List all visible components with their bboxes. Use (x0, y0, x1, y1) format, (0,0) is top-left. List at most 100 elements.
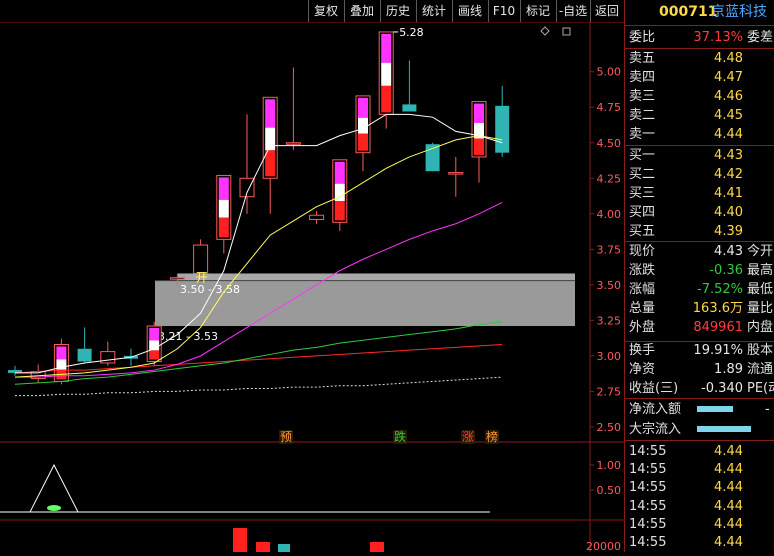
bid-row-4: 买四 4.40 (625, 203, 774, 222)
quote-panel: 000711 京蓝科技 委比 37.13% 委差 卖五 4.48 卖四 4.47 卖三 4… (624, 0, 774, 552)
flow-row-0: 净流入额 - (625, 400, 774, 419)
candle-seg-red-20 (474, 138, 484, 155)
candle-seg-magenta-16 (381, 33, 392, 63)
diamond-icon (540, 26, 550, 36)
toolbar-button-4[interactable]: 画线 (452, 0, 487, 22)
candle-seg-red-6 (149, 350, 160, 360)
tick-row-5-value: 4.44 (714, 535, 743, 550)
y-tick-label-2: 4.50 (597, 137, 622, 150)
pane2-tick-label-0: 1.00 (597, 459, 622, 472)
kline-chart-svg: 5.00 4.75 4.50 4.25 4.00 3.75 3.50 3.25 3.00 2.75… (0, 21, 624, 553)
tick-row-5: 14:55 4.44 (625, 533, 774, 552)
flow-row-0-label: 净流入额 (629, 402, 682, 417)
tick-row-0-label: 14:55 (629, 444, 667, 459)
candle-seg-red-14 (334, 201, 345, 221)
quote-row-4: 外盘 849961 内盘 (625, 318, 774, 337)
zone-label-upper: 3.50 - 3.58 (180, 283, 240, 296)
tick-row-3-label: 14:55 (629, 498, 667, 514)
ask-row-4-label: 卖四 (629, 70, 656, 85)
flow-value-0: - (765, 402, 770, 417)
quote-row-3-value: 163.6万 (692, 301, 743, 316)
tick-row-2-label: 14:55 (629, 480, 667, 496)
candle-seg-white-11 (265, 127, 276, 151)
quote-row-0-right-label: 今开 (747, 244, 774, 259)
bid-row-5: 买五 4.39 (625, 222, 774, 241)
bid-row-3-label: 买三 (629, 186, 656, 201)
tick-row-4: 14:55 4.44 (625, 515, 774, 534)
bid-row-1-label: 买一 (629, 148, 656, 163)
ask-row-1-label: 卖一 (629, 127, 656, 142)
volume-bar-3 (370, 542, 384, 552)
candle-seg-magenta-20 (474, 103, 484, 123)
quote-row-1-label: 涨跌 (629, 263, 656, 278)
toolbar-button-2[interactable]: 历史 (380, 0, 415, 22)
quote-row-0-label: 现价 (629, 244, 656, 259)
pane3-tick-label: 20000 (586, 540, 621, 552)
flow-bar-1 (697, 426, 751, 432)
y-tick-label-9: 2.75 (597, 385, 622, 398)
candle-seg-magenta-11 (265, 99, 276, 128)
volume-bar-2 (278, 544, 290, 552)
fund-row-0: 换手 19.91% 股本 (625, 341, 774, 360)
candle-seg-magenta-14 (334, 161, 345, 184)
flow-row-1-label: 大宗流入 (629, 422, 682, 437)
bid-row-3: 买三 4.41 (625, 184, 774, 203)
bid-row-2-label: 买二 (629, 167, 656, 182)
kline-chart[interactable]: 5.00 4.75 4.50 4.25 4.00 3.75 3.50 3.25 3.00 2.75… (0, 21, 624, 553)
tick-row-4-value: 4.44 (714, 516, 743, 532)
candle-seg-magenta-15 (358, 97, 368, 118)
y-tick-label-6: 3.50 (597, 279, 622, 292)
fund-row-1-label: 净资 (629, 362, 656, 377)
pane2-tick-label-1: 0.50 (597, 484, 622, 497)
volume-bar-0 (233, 528, 247, 552)
tick-row-1-value: 4.44 (714, 462, 743, 478)
y-tick-label-3: 4.25 (597, 172, 622, 185)
kai-label: 开 (196, 270, 208, 284)
toolbar-button-7[interactable]: -自选 (556, 0, 589, 22)
quote-row-4-right-label: 内盘 (747, 320, 774, 335)
quote-row-2-value: -7.52% (697, 282, 743, 297)
bid-row-4-label: 买四 (629, 205, 656, 220)
ask-row-4: 卖四 4.47 (625, 68, 774, 87)
toolbar-button-6[interactable]: 标记 (520, 0, 555, 22)
quote-row-1: 涨跌 -0.36 最高 (625, 261, 774, 280)
quote-row-3-right-label: 量比 (747, 301, 774, 316)
ask-row-1: 卖一 4.44 (625, 125, 774, 144)
ask-row-3: 卖三 4.46 (625, 87, 774, 106)
fund-row-2-value: -0.340 (701, 381, 743, 396)
tick-row-1-label: 14:55 (629, 462, 667, 478)
toolbar-button-8[interactable]: 返回 (590, 0, 623, 22)
ratio-row: 委比 37.13% 委差 (625, 28, 774, 47)
y-tick-label-8: 3.00 (597, 350, 622, 363)
quote-row-4-value: 849961 (693, 320, 743, 335)
stock-header: 000711 京蓝科技 (625, 3, 774, 25)
quote-row-2-label: 涨幅 (629, 282, 656, 297)
candle-seg-magenta-9 (218, 177, 229, 200)
toolbar-button-1[interactable]: 叠加 (344, 0, 379, 22)
ask-row-2-value: 4.45 (714, 108, 743, 123)
peak-label: 5.28 (399, 26, 424, 39)
tick-row-2-value: 4.44 (714, 480, 743, 496)
ratio-label: 委比 (629, 30, 656, 45)
pane2-signal (29, 463, 79, 513)
tick-row-0-value: 4.44 (714, 444, 743, 459)
stock-name: 京蓝科技 (711, 4, 767, 20)
ask-row-2-label: 卖二 (629, 108, 656, 123)
toolbar-button-5[interactable]: F10 (488, 0, 519, 22)
y-tick-label-0: 5.00 (597, 66, 622, 79)
candle-seg-magenta-2 (56, 346, 67, 360)
ask-row-2: 卖二 4.45 (625, 106, 774, 125)
quote-row-2: 涨幅 -7.52% 最低 (625, 280, 774, 299)
fund-row-1-value: 1.89 (714, 362, 743, 377)
candle-body-21 (495, 105, 510, 153)
toolbar-button-0[interactable]: 复权 (308, 0, 343, 22)
marker-3: 榜 (486, 429, 498, 444)
y-tick-label-1: 4.75 (597, 101, 622, 114)
quote-row-1-value: -0.36 (709, 263, 743, 278)
tick-row-3: 14:55 4.44 (625, 497, 774, 516)
quote-row-1-right-label: 最高 (747, 263, 774, 278)
fund-row-2-label: 收益(三) (629, 381, 679, 396)
ask-row-3-label: 卖三 (629, 89, 656, 104)
candle-seg-white-15 (358, 117, 368, 134)
toolbar-button-3[interactable]: 统计 (416, 0, 451, 22)
